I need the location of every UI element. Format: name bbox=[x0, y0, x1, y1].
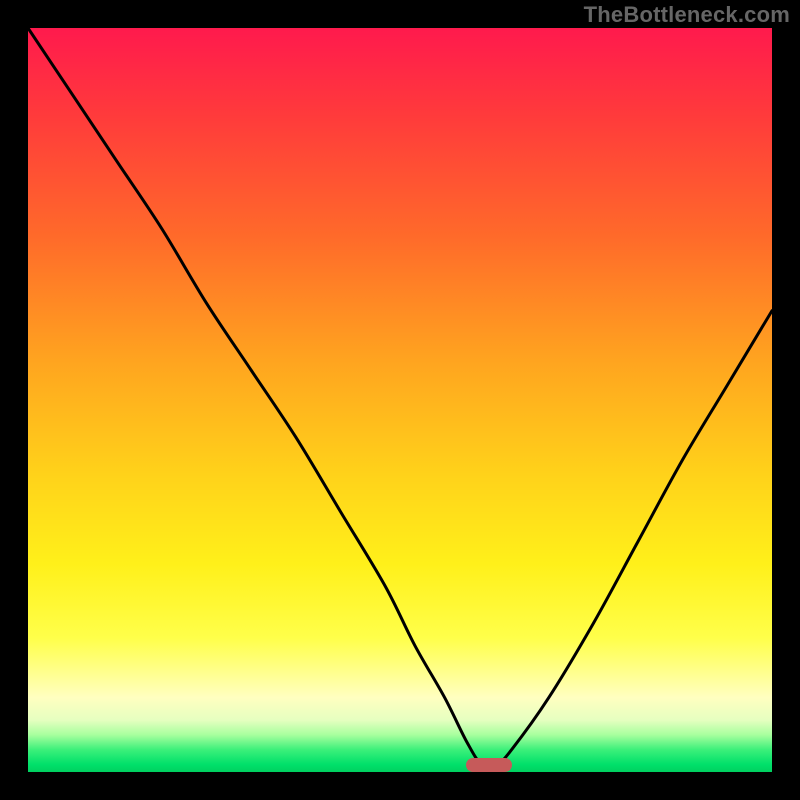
chart-stage: TheBottleneck.com bbox=[0, 0, 800, 800]
watermark-text: TheBottleneck.com bbox=[584, 2, 790, 28]
bottleneck-curve bbox=[28, 28, 772, 772]
optimal-marker bbox=[466, 758, 512, 772]
plot-area bbox=[28, 28, 772, 772]
